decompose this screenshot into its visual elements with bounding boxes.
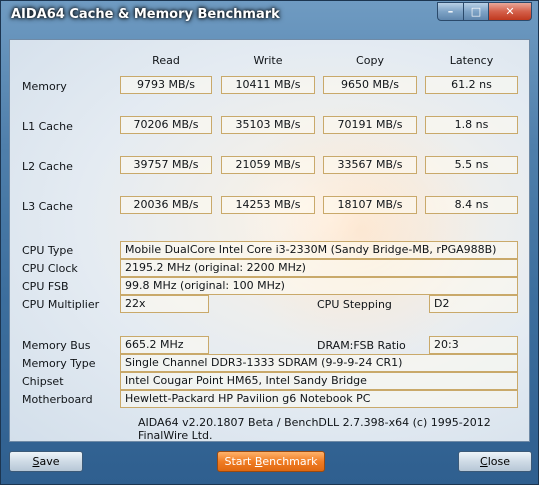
row-label-l3-cache: L3 Cache	[22, 200, 73, 213]
save-button-mnemonic: S	[32, 455, 40, 468]
results-panel: Read Write Copy Latency Memory 9793 MB/s…	[9, 39, 530, 442]
window-controls: – □ ✕	[437, 2, 532, 21]
l2-copy-value: 33567 MB/s	[323, 156, 417, 174]
chipset-label: Chipset	[22, 375, 64, 388]
save-button-label: ave	[39, 455, 60, 468]
chipset-value: Intel Cougar Point HM65, Intel Sandy Bri…	[120, 372, 518, 390]
motherboard-label: Motherboard	[22, 393, 93, 406]
dram-fsb-ratio-label: DRAM:FSB Ratio	[317, 339, 406, 352]
close-button-label: lose	[487, 455, 510, 468]
memory-write-value: 10411 MB/s	[221, 76, 315, 94]
close-button[interactable]: Close	[458, 451, 532, 472]
cpu-clock-value: 2195.2 MHz (original: 2200 MHz)	[120, 259, 518, 277]
header-read: Read	[152, 54, 180, 67]
motherboard-value: Hewlett-Packard HP Pavilion g6 Notebook …	[120, 390, 518, 408]
row-label-memory: Memory	[22, 80, 67, 93]
cpu-clock-label: CPU Clock	[22, 262, 78, 275]
save-button[interactable]: Save	[9, 451, 83, 472]
l3-write-value: 14253 MB/s	[221, 196, 315, 214]
memory-type-value: Single Channel DDR3-1333 SDRAM (9-9-9-24…	[120, 354, 518, 372]
version-footer: AIDA64 v2.20.1807 Beta / BenchDLL 2.7.39…	[138, 416, 491, 442]
memory-bus-label: Memory Bus	[22, 339, 91, 352]
memory-bus-value: 665.2 MHz	[120, 336, 209, 354]
l1-write-value: 35103 MB/s	[221, 116, 315, 134]
row-label-l2-cache: L2 Cache	[22, 160, 73, 173]
cpu-stepping-value: D2	[429, 295, 518, 313]
dram-fsb-ratio-value: 20:3	[429, 336, 518, 354]
window-title: AIDA64 Cache & Memory Benchmark	[11, 7, 280, 22]
minimize-button[interactable]: –	[437, 2, 464, 21]
start-benchmark-label-rest: enchmark	[262, 455, 318, 468]
l2-latency-value: 5.5 ns	[425, 156, 518, 174]
l1-latency-value: 1.8 ns	[425, 116, 518, 134]
l3-latency-value: 8.4 ns	[425, 196, 518, 214]
l1-read-value: 70206 MB/s	[120, 116, 212, 134]
l3-read-value: 20036 MB/s	[120, 196, 212, 214]
header-write: Write	[253, 54, 283, 67]
l2-read-value: 39757 MB/s	[120, 156, 212, 174]
header-copy: Copy	[356, 54, 384, 67]
l3-copy-value: 18107 MB/s	[323, 196, 417, 214]
benchmark-window: AIDA64 Cache & Memory Benchmark – □ ✕ Re…	[0, 0, 539, 485]
start-benchmark-label-pre: Start	[224, 455, 255, 468]
maximize-button[interactable]: □	[464, 2, 489, 21]
memory-type-label: Memory Type	[22, 357, 96, 370]
cpu-type-label: CPU Type	[22, 244, 74, 257]
l1-copy-value: 70191 MB/s	[323, 116, 417, 134]
cpu-fsb-value: 99.8 MHz (original: 100 MHz)	[120, 277, 518, 295]
memory-copy-value: 9650 MB/s	[323, 76, 417, 94]
cpu-type-value: Mobile DualCore Intel Core i3-2330M (San…	[120, 241, 518, 259]
start-benchmark-button[interactable]: Start Benchmark	[217, 451, 325, 472]
header-latency: Latency	[449, 54, 494, 67]
close-button-mnemonic: C	[480, 455, 488, 468]
background-glow	[230, 100, 490, 360]
title-bar[interactable]: AIDA64 Cache & Memory Benchmark – □ ✕	[1, 1, 538, 31]
memory-read-value: 9793 MB/s	[120, 76, 212, 94]
row-label-l1-cache: L1 Cache	[22, 120, 73, 133]
memory-latency-value: 61.2 ns	[425, 76, 518, 94]
close-window-button[interactable]: ✕	[489, 2, 532, 21]
cpu-stepping-label: CPU Stepping	[317, 298, 392, 311]
cpu-multiplier-label: CPU Multiplier	[22, 298, 100, 311]
cpu-multiplier-value: 22x	[120, 295, 209, 313]
cpu-fsb-label: CPU FSB	[22, 280, 69, 293]
start-benchmark-mnemonic: B	[254, 455, 263, 468]
l2-write-value: 21059 MB/s	[221, 156, 315, 174]
